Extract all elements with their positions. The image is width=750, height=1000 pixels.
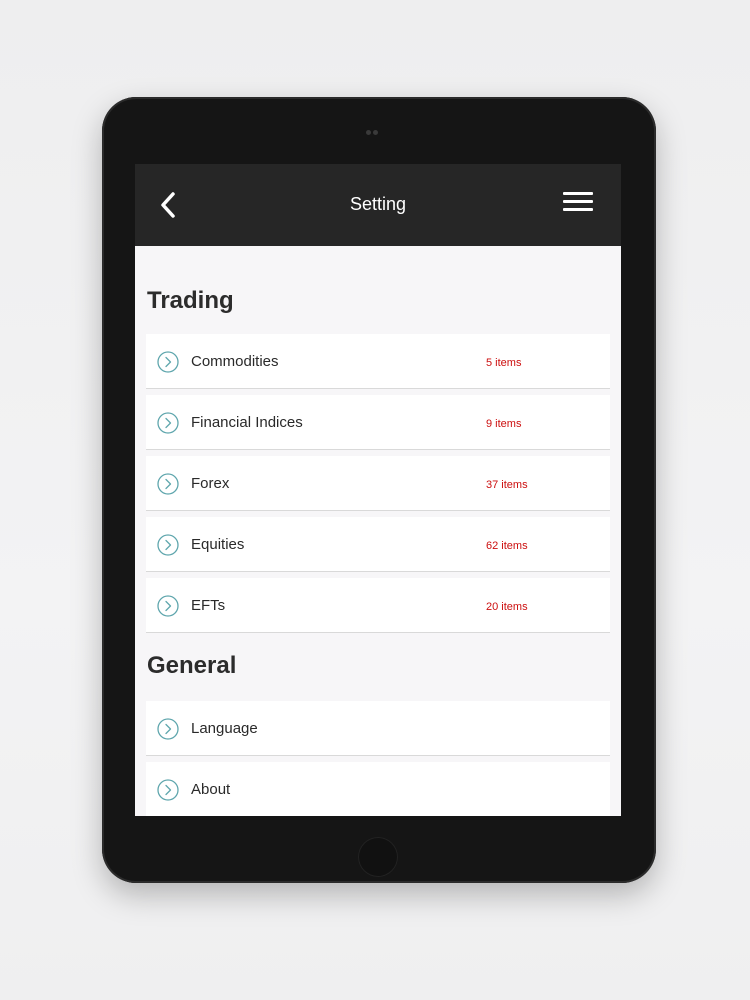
chevron-right-circle-icon <box>157 351 179 373</box>
list-item-label: Equities <box>191 536 245 553</box>
list-item-label: Forex <box>191 475 230 492</box>
list-item-label: Financial Indices <box>191 414 303 431</box>
hamburger-menu-icon <box>563 192 593 195</box>
page-title: Setting <box>349 194 407 214</box>
tablet-device-frame: Setting Trading Commodities 5 items Fina… <box>102 97 656 883</box>
chevron-right-circle-icon <box>157 534 179 556</box>
home-button[interactable] <box>358 837 398 877</box>
top-navigation-bar: Setting <box>135 164 621 246</box>
section-title-trading: Trading <box>147 287 234 314</box>
chevron-right-circle-icon <box>157 718 179 740</box>
list-item-label: Commodities <box>191 353 279 370</box>
list-item-equities[interactable]: Equities 62 items <box>146 517 610 572</box>
settings-content: Trading Commodities 5 items Financial In… <box>135 246 621 816</box>
chevron-right-circle-icon <box>157 595 179 617</box>
list-item-financial-indices[interactable]: Financial Indices 9 items <box>146 395 610 450</box>
list-item-label: Language <box>191 720 258 737</box>
item-count-badge: 37 items <box>486 479 528 491</box>
app-screen: Setting Trading Commodities 5 items Fina… <box>135 164 621 816</box>
list-item-label: About <box>191 781 231 798</box>
list-item-forex[interactable]: Forex 37 items <box>146 456 610 511</box>
list-item-commodities[interactable]: Commodities 5 items <box>146 334 610 389</box>
menu-button[interactable] <box>563 192 593 216</box>
item-count-badge: 5 items <box>486 357 522 369</box>
chevron-right-circle-icon <box>157 412 179 434</box>
item-count-badge: 62 items <box>486 540 528 552</box>
item-count-badge: 20 items <box>486 601 528 613</box>
chevron-right-circle-icon <box>157 779 179 801</box>
chevron-right-circle-icon <box>157 473 179 495</box>
list-item-language[interactable]: Language <box>146 701 610 756</box>
camera-icon <box>366 130 378 136</box>
list-item-efts[interactable]: EFTs 20 items <box>146 578 610 633</box>
section-title-general: General <box>147 652 237 679</box>
list-item-about[interactable]: About <box>146 762 610 816</box>
item-count-badge: 9 items <box>486 418 522 430</box>
list-item-label: EFTs <box>191 597 226 614</box>
